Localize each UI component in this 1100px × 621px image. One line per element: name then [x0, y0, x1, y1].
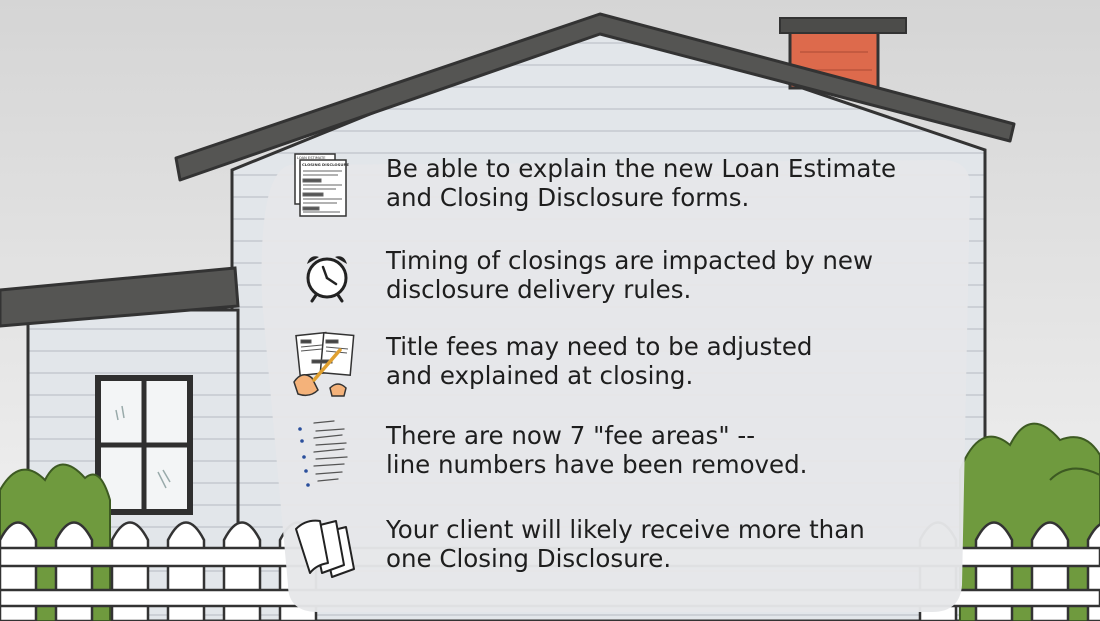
bullet-line-1: Your client will likely receive more tha… [386, 515, 865, 544]
bullet-line-1: Title fees may need to be adjusted [386, 332, 813, 361]
form-title-closing-disclosure: CLOSING DISCLOSURE [302, 162, 349, 167]
signing-documents-icon [293, 331, 355, 397]
bullet-line-1: Be able to explain the new Loan Estimate [386, 154, 897, 183]
form-title-loan-estimate: LOAN ESTIMATE [297, 156, 326, 160]
bullet-line-2: and Closing Disclosure forms. [386, 183, 750, 212]
bullet-text: Be able to explain the new Loan Estimate… [386, 154, 966, 212]
bullet-text: There are now 7 "fee areas" -- line numb… [386, 421, 966, 479]
bullet-item-4: There are now 7 "fee areas" -- line numb… [292, 419, 972, 489]
bullet-item-3: Title fees may need to be adjusted and e… [292, 330, 972, 400]
bullet-text: Your client will likely receive more tha… [386, 515, 966, 573]
bullet-line-2: disclosure delivery rules. [386, 275, 692, 304]
stacked-papers-icon [295, 519, 355, 578]
fee-list-icon [298, 420, 348, 487]
bullet-text: Title fees may need to be adjusted and e… [386, 332, 966, 390]
bullet-line-1: Timing of closings are impacted by new [386, 246, 874, 275]
loan-estimate-form-icon: LOAN ESTIMATE CLOSING DISCLOSURE [294, 153, 349, 217]
bullet-line-2: line numbers have been removed. [386, 450, 808, 479]
bullet-line-1: There are now 7 "fee areas" -- [386, 421, 756, 450]
illustration-stage: LOAN ESTIMATE CLOSING DISCLOSURE Be able… [0, 0, 1100, 621]
alarm-clock-icon [306, 256, 348, 303]
bullet-text: Timing of closings are impacted by new d… [386, 246, 966, 304]
bullet-line-2: and explained at closing. [386, 361, 694, 390]
bullet-item-5: Your client will likely receive more tha… [292, 513, 972, 583]
bullet-item-1: LOAN ESTIMATE CLOSING DISCLOSURE Be able… [292, 152, 972, 222]
bullet-item-2: Timing of closings are impacted by new d… [292, 244, 972, 314]
bullet-line-2: one Closing Disclosure. [386, 544, 672, 573]
